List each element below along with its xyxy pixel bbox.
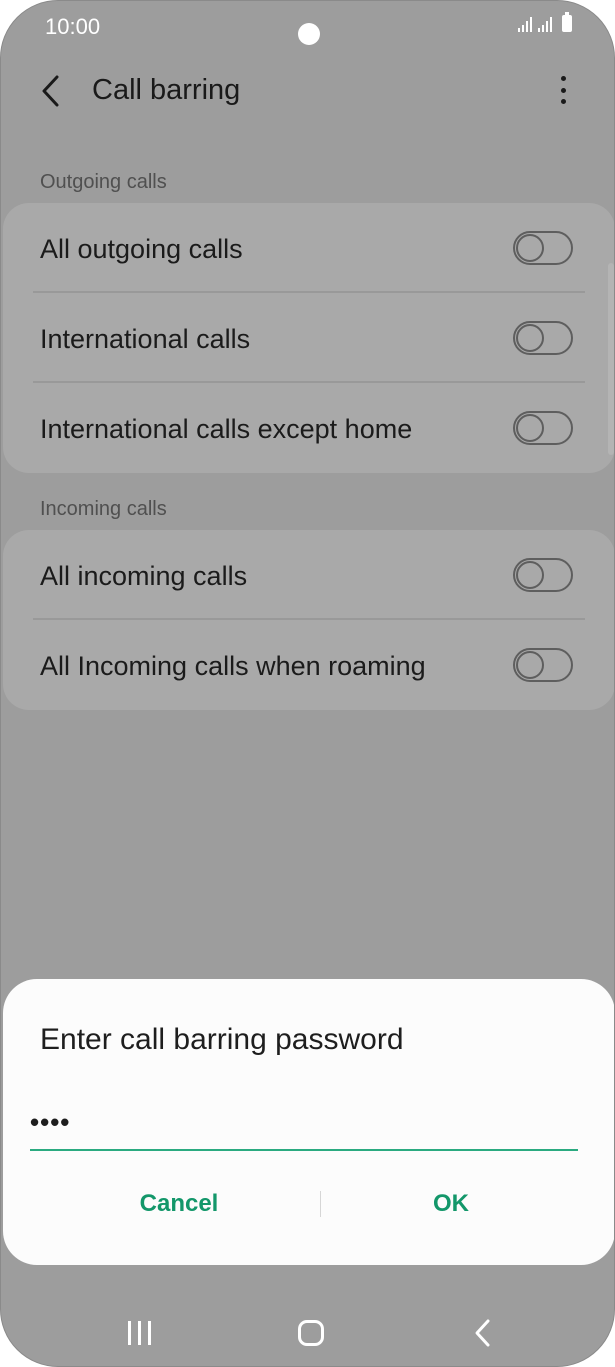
toggle-knob	[516, 324, 544, 352]
incoming-calls-card: All incoming calls All Incoming calls wh…	[3, 530, 614, 710]
toggle-switch[interactable]	[513, 558, 573, 592]
app-bar: Call barring	[1, 61, 614, 121]
dialog-title: Enter call barring password	[40, 1023, 404, 1056]
signal-icon	[518, 16, 532, 32]
setting-label: International calls	[40, 324, 251, 354]
more-vertical-icon[interactable]	[553, 74, 573, 106]
toggle-knob	[516, 651, 544, 679]
arrow-back-icon[interactable]	[37, 71, 67, 111]
toggle-switch[interactable]	[513, 231, 573, 265]
setting-row-incoming-roaming[interactable]: All Incoming calls when roaming	[3, 620, 614, 710]
section-header-incoming: Incoming calls	[40, 498, 167, 520]
setting-label: All outgoing calls	[40, 234, 243, 264]
status-bar: 10:00	[1, 1, 614, 57]
setting-row-international[interactable]: International calls	[3, 293, 614, 383]
status-time: 10:00	[45, 14, 101, 39]
scroll-indicator[interactable]	[608, 263, 614, 455]
back-icon[interactable]	[453, 1313, 513, 1353]
button-separator	[320, 1191, 321, 1217]
password-value: ••••	[30, 1107, 71, 1137]
password-input[interactable]: ••••	[30, 1091, 578, 1151]
setting-label: All incoming calls	[40, 561, 248, 591]
page-title: Call barring	[92, 74, 241, 106]
recents-icon[interactable]	[109, 1313, 169, 1353]
setting-row-all-incoming[interactable]: All incoming calls	[3, 530, 614, 620]
home-icon[interactable]	[281, 1313, 341, 1353]
signal-icon	[538, 16, 552, 32]
toggle-switch[interactable]	[513, 411, 573, 445]
navigation-bar	[1, 1297, 614, 1366]
setting-row-all-outgoing[interactable]: All outgoing calls	[3, 203, 614, 293]
toggle-switch[interactable]	[513, 648, 573, 682]
setting-label: All Incoming calls when roaming	[40, 651, 426, 681]
setting-label: International calls except home	[40, 414, 413, 444]
ok-button[interactable]: OK	[331, 1179, 571, 1229]
dialog-buttons: Cancel OK	[3, 1179, 614, 1229]
toggle-knob	[516, 234, 544, 262]
outgoing-calls-card: All outgoing calls International calls I…	[3, 203, 614, 473]
toggle-knob	[516, 561, 544, 589]
front-camera	[298, 23, 320, 45]
toggle-switch[interactable]	[513, 321, 573, 355]
cancel-button[interactable]: Cancel	[59, 1179, 299, 1229]
section-header-outgoing: Outgoing calls	[40, 171, 167, 193]
phone-screen: 10:00 Call barring Outgoing calls All ou…	[0, 0, 615, 1367]
setting-row-international-except-home[interactable]: International calls except home	[3, 383, 614, 473]
password-dialog: Enter call barring password •••• Cancel …	[3, 979, 614, 1265]
battery-icon	[562, 12, 572, 32]
status-icons	[518, 12, 572, 32]
toggle-knob	[516, 414, 544, 442]
